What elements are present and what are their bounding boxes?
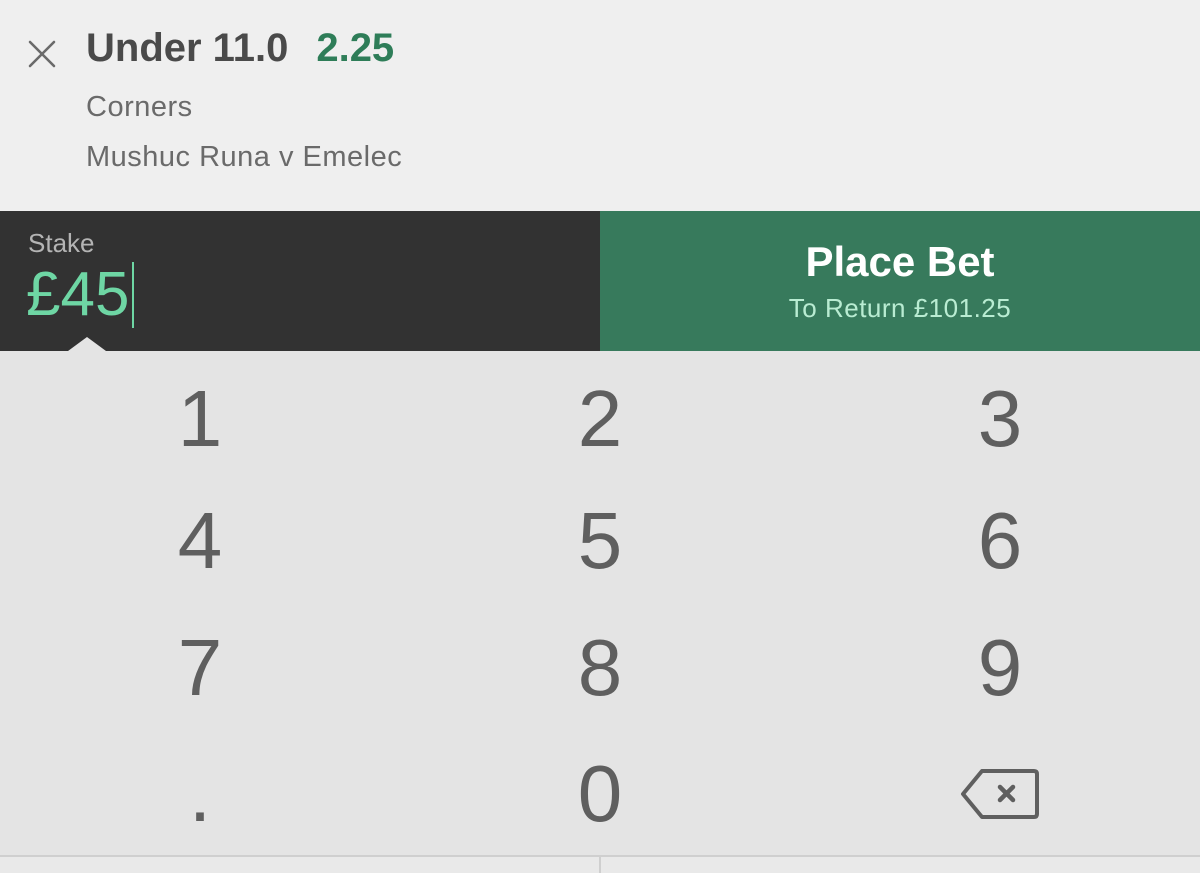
key-label: 4 xyxy=(177,496,223,585)
key-label: 8 xyxy=(577,623,623,712)
backspace-icon xyxy=(961,769,1039,819)
key-label: . xyxy=(188,749,212,838)
key-8[interactable]: 8 xyxy=(400,604,800,732)
selection-row: Under 11.0 2.25 xyxy=(86,26,394,71)
place-bet-button[interactable]: Place Bet To Return £101.25 xyxy=(600,211,1200,351)
close-button[interactable] xyxy=(22,34,62,74)
key-6[interactable]: 6 xyxy=(800,477,1200,605)
key-9[interactable]: 9 xyxy=(800,604,1200,732)
key-backspace[interactable] xyxy=(800,730,1200,858)
stake-label: Stake xyxy=(28,228,95,258)
place-bet-label: Place Bet xyxy=(805,238,995,285)
text-caret xyxy=(132,262,135,328)
stake-value: £45 xyxy=(26,260,130,329)
selection-name: Under 11.0 xyxy=(86,26,289,70)
stake-input[interactable]: Stake £45 xyxy=(0,211,600,351)
to-return-text: To Return £101.25 xyxy=(788,293,1012,323)
key-1[interactable]: 1 xyxy=(0,355,400,483)
key-label: 2 xyxy=(577,374,623,463)
key-label: 7 xyxy=(177,623,223,712)
selection-odds: 2.25 xyxy=(316,26,395,70)
key-4[interactable]: 4 xyxy=(0,477,400,605)
key-label: 5 xyxy=(577,496,623,585)
bet-slip-header: Under 11.0 2.25 Corners Mushuc Runa v Em… xyxy=(0,0,1200,211)
key-label: 1 xyxy=(177,374,223,463)
key-label: 3 xyxy=(977,374,1023,463)
key-decimal[interactable]: . xyxy=(0,730,400,858)
key-0[interactable]: 0 xyxy=(400,730,800,858)
key-7[interactable]: 7 xyxy=(0,604,400,732)
key-label: 6 xyxy=(977,496,1023,585)
stake-value-wrap: £45 xyxy=(26,260,135,329)
key-3[interactable]: 3 xyxy=(800,355,1200,483)
key-5[interactable]: 5 xyxy=(400,477,800,605)
key-label: 9 xyxy=(977,623,1023,712)
market-name: Corners xyxy=(86,91,193,123)
event-name: Mushuc Runa v Emelec xyxy=(86,141,403,173)
stake-pointer xyxy=(68,337,106,351)
numeric-keypad: 1 2 3 4 5 6 7 8 9 . 0 xyxy=(0,351,1200,873)
close-icon xyxy=(28,40,56,68)
key-2[interactable]: 2 xyxy=(400,355,800,483)
key-label: 0 xyxy=(577,749,623,838)
bottom-divider xyxy=(599,857,601,873)
